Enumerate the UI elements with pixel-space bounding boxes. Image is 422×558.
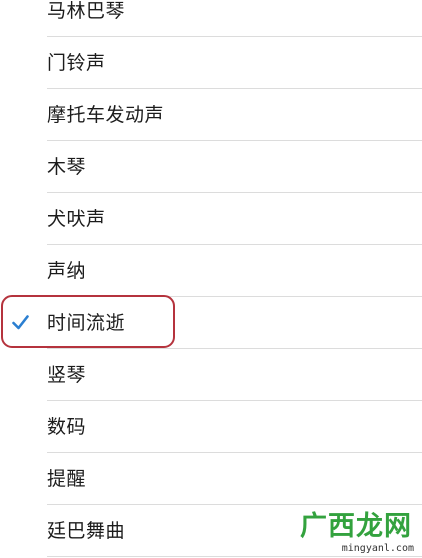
list-item-dog-bark[interactable]: 犬吠声 xyxy=(0,193,422,245)
list-item-label: 摩托车发动声 xyxy=(47,104,165,126)
list-item-marimba[interactable]: 马林巴琴 xyxy=(0,0,422,37)
list-item-label: 廷巴舞曲 xyxy=(47,520,126,542)
list-item-reminder[interactable]: 提醒 xyxy=(0,453,422,505)
list-item-label: 犬吠声 xyxy=(47,208,106,230)
list-item-xylophone[interactable]: 木琴 xyxy=(0,141,422,193)
watermark-title: 广西龙网 xyxy=(300,511,412,542)
list-item-doorbell[interactable]: 门铃声 xyxy=(0,37,422,89)
list-item-label: 木琴 xyxy=(47,156,87,178)
list-item-label: 门铃声 xyxy=(47,52,106,74)
list-item-label: 马林巴琴 xyxy=(47,0,126,22)
watermark-url: mingyanl.com xyxy=(341,543,414,554)
list-item-motorcycle[interactable]: 摩托车发动声 xyxy=(0,89,422,141)
list-item-label: 声纳 xyxy=(47,260,87,282)
list-item-label: 竖琴 xyxy=(47,364,87,386)
divider xyxy=(47,556,422,557)
list-item-digital[interactable]: 数码 xyxy=(0,401,422,453)
list-item-label: 数码 xyxy=(47,416,87,438)
list-item-label: 提醒 xyxy=(47,468,87,490)
selection-highlight-box xyxy=(1,295,175,348)
list-item-sonar[interactable]: 声纳 xyxy=(0,245,422,297)
watermark: 广西龙网 mingyanl.com xyxy=(290,500,418,556)
list-item-harp[interactable]: 竖琴 xyxy=(0,349,422,401)
ringtone-list: 马林巴琴 门铃声 摩托车发动声 木琴 犬吠声 声纳 时间流逝 竖琴 数码 提醒 … xyxy=(0,0,422,558)
